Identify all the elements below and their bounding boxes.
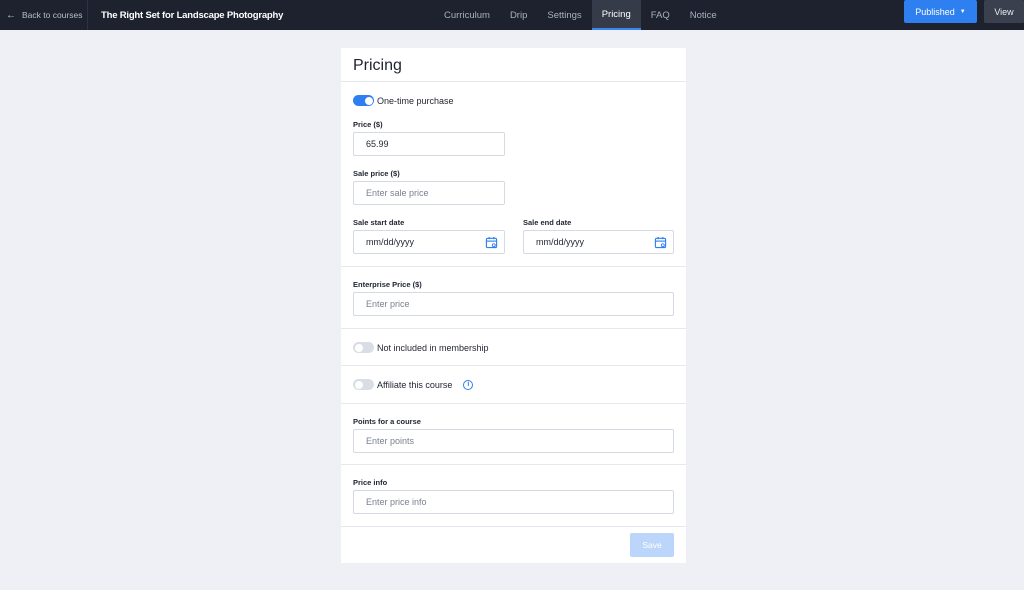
tab-drip[interactable]: Drip: [500, 0, 537, 30]
calendar-icon[interactable]: [654, 236, 667, 249]
sale-start-date-label: Sale start date: [353, 218, 405, 227]
divider: [341, 266, 686, 267]
sale-start-date-input[interactable]: mm/dd/yyyy: [353, 230, 505, 254]
membership-row: Not included in membership: [353, 342, 489, 353]
sale-price-label: Sale price ($): [353, 169, 400, 178]
calendar-icon[interactable]: [485, 236, 498, 249]
tab-pricing[interactable]: Pricing: [591, 0, 641, 30]
divider: [341, 81, 686, 82]
divider: [341, 464, 686, 465]
sale-end-date-input[interactable]: mm/dd/yyyy: [523, 230, 674, 254]
one-time-purchase-row: One-time purchase: [353, 95, 454, 106]
price-info-input[interactable]: Enter price info: [353, 490, 674, 514]
sale-start-date-value: mm/dd/yyyy: [366, 237, 415, 247]
points-input[interactable]: Enter points: [353, 429, 674, 453]
pricing-card: Pricing One-time purchase Price ($) 65.9…: [341, 48, 686, 563]
back-label: Back to courses: [22, 10, 83, 20]
sale-end-date-value: mm/dd/yyyy: [536, 237, 585, 247]
published-status-button[interactable]: Published ▼: [904, 0, 977, 23]
one-time-purchase-toggle[interactable]: [353, 95, 374, 106]
published-label: Published: [915, 6, 955, 17]
divider: [341, 403, 686, 404]
tab-faq[interactable]: FAQ: [641, 0, 680, 30]
sale-price-input[interactable]: Enter sale price: [353, 181, 505, 205]
affiliate-row: Affiliate this course i: [353, 379, 474, 390]
page-title: Pricing: [353, 57, 402, 74]
course-title: The Right Set for Landscape Photography: [101, 9, 284, 21]
affiliate-toggle[interactable]: [353, 379, 374, 390]
caret-down-icon: ▼: [959, 8, 966, 15]
tab-curriculum[interactable]: Curriculum: [434, 0, 500, 30]
divider: [341, 328, 686, 329]
enterprise-price-input[interactable]: Enter price: [353, 292, 674, 316]
price-label: Price ($): [353, 120, 383, 129]
view-button[interactable]: View: [984, 0, 1024, 23]
arrow-left-icon: ←: [6, 9, 16, 21]
top-bar: ← Back to courses The Right Set for Land…: [0, 0, 1024, 30]
membership-label: Not included in membership: [377, 342, 489, 353]
save-button[interactable]: Save: [630, 533, 674, 557]
divider: [341, 526, 686, 527]
back-to-courses-link[interactable]: ← Back to courses: [0, 0, 88, 30]
price-input[interactable]: 65.99: [353, 132, 505, 156]
price-info-label: Price info: [353, 478, 388, 487]
affiliate-label: Affiliate this course: [377, 379, 453, 390]
points-label: Points for a course: [353, 417, 421, 426]
membership-toggle[interactable]: [353, 342, 374, 353]
tab-settings[interactable]: Settings: [537, 0, 591, 30]
sale-end-date-label: Sale end date: [523, 218, 572, 227]
enterprise-price-label: Enterprise Price ($): [353, 280, 422, 289]
info-icon[interactable]: i: [463, 379, 474, 390]
course-nav: Curriculum Drip Settings Pricing FAQ Not…: [434, 0, 727, 30]
tab-notice[interactable]: Notice: [680, 0, 727, 30]
divider: [341, 365, 686, 366]
one-time-purchase-label: One-time purchase: [377, 95, 454, 106]
